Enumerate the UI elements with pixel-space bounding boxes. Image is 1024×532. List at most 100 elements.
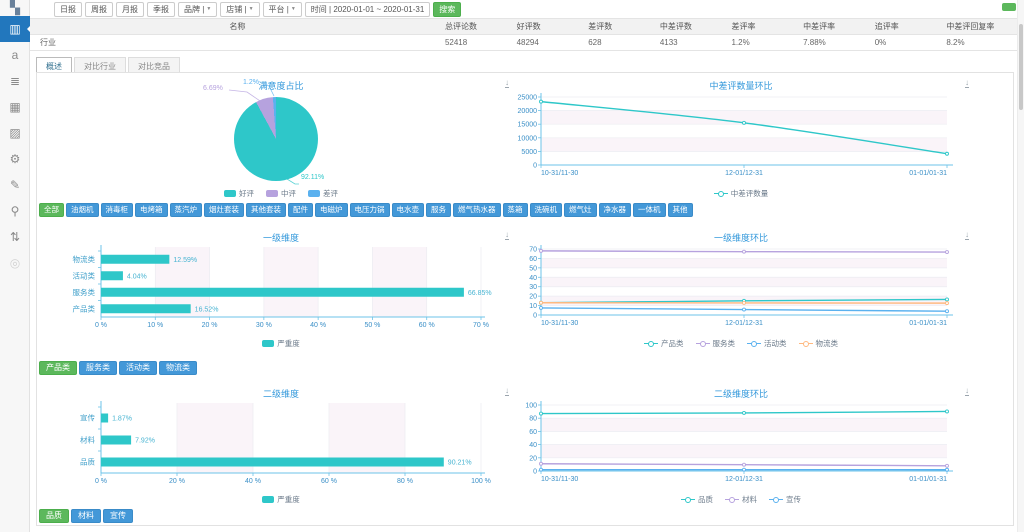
pie-graphic[interactable] xyxy=(234,97,318,181)
svg-text:50 %: 50 % xyxy=(364,322,380,329)
svg-text:12.59%: 12.59% xyxy=(173,257,197,264)
top-right-button[interactable] xyxy=(1002,3,1016,11)
filter-button[interactable]: 配件 xyxy=(288,203,313,217)
line-plot: 10080604020010-31/11-3012-01/12-3101-01/… xyxy=(501,397,981,493)
legend-item[interactable]: 严重度 xyxy=(262,338,300,349)
filter-button[interactable]: 电烤箱 xyxy=(135,203,168,217)
period-button[interactable]: 季报 xyxy=(147,2,175,17)
pie-slice-label: 92.11% xyxy=(301,174,324,181)
gears-icon[interactable]: ⚙ xyxy=(0,146,30,172)
download-icon[interactable]: ↓ xyxy=(965,387,969,396)
metric-value-cell: 4133 xyxy=(660,38,732,47)
filter-button[interactable]: 烟灶套装 xyxy=(204,203,244,217)
legend-swatch xyxy=(262,496,274,503)
scrollbar-thumb[interactable] xyxy=(1019,24,1023,110)
legend-item[interactable]: 中评 xyxy=(266,188,296,199)
legend-item[interactable]: 差评 xyxy=(308,188,338,199)
category-filter-row: 全部油烟机消毒柜电烤箱蒸汽炉烟灶套装其他套装配件电磁炉电压力锅电水壶服务燃气热水… xyxy=(39,203,693,217)
svg-text:20: 20 xyxy=(529,294,537,301)
filter-button[interactable]: 物流类 xyxy=(159,361,197,375)
signature-a-icon[interactable]: a xyxy=(0,42,30,68)
svg-text:20: 20 xyxy=(529,455,537,462)
legend-item[interactable]: 产品类 xyxy=(644,338,684,349)
filter-button[interactable]: 其他套装 xyxy=(246,203,286,217)
legend-swatch xyxy=(224,190,236,197)
filter-button[interactable]: 电水壶 xyxy=(392,203,425,217)
legend-item[interactable]: 活动类 xyxy=(747,338,787,349)
period-button[interactable]: 周报 xyxy=(85,2,113,17)
filter-button[interactable]: 其他 xyxy=(668,203,693,217)
legend-item[interactable]: 严重度 xyxy=(262,494,300,505)
filter-button[interactable]: 燃气热水器 xyxy=(453,203,501,217)
svg-text:品质: 品质 xyxy=(80,457,95,467)
period-button[interactable]: 日报 xyxy=(54,2,82,17)
filter-button[interactable]: 电压力锅 xyxy=(350,203,390,217)
legend-line-marker xyxy=(799,340,813,348)
legend-item[interactable]: 中差评数量 xyxy=(714,188,769,199)
dropdown-button[interactable]: 品牌 |▼ xyxy=(178,2,217,17)
legend-label: 严重度 xyxy=(277,338,300,349)
name-column-header: 名称 xyxy=(30,21,445,32)
filter-button[interactable]: 服务 xyxy=(426,203,451,217)
metric-column-header: 好评数 xyxy=(517,21,589,32)
table-row[interactable]: 行业 524184829462841331.2%7.88%0%8.2% xyxy=(30,35,1018,51)
period-button[interactable]: 月报 xyxy=(116,2,144,17)
list-icon[interactable]: ≣ xyxy=(0,68,30,94)
legend-item[interactable]: 材料 xyxy=(725,494,757,505)
legend-item[interactable]: 宣传 xyxy=(769,494,801,505)
image-icon[interactable]: ▨ xyxy=(0,120,30,146)
metric-value-cell: 8.2% xyxy=(946,38,1018,47)
svg-text:70: 70 xyxy=(529,247,537,254)
svg-text:0 %: 0 % xyxy=(95,478,107,485)
filter-button[interactable]: 产品类 xyxy=(39,361,77,375)
svg-text:25000: 25000 xyxy=(518,95,538,102)
filter-button[interactable]: 全部 xyxy=(39,203,64,217)
download-icon[interactable]: ↓ xyxy=(965,79,969,88)
dropdown-button[interactable]: 店铺 |▼ xyxy=(220,2,259,17)
sort-icon[interactable]: ⇅ xyxy=(0,224,30,250)
legend-item[interactable]: 好评 xyxy=(224,188,254,199)
filter-button[interactable]: 电磁炉 xyxy=(315,203,348,217)
dashboard-chart-icon[interactable]: ▥ xyxy=(0,16,30,42)
svg-text:01-01/01-31: 01-01/01-31 xyxy=(909,170,947,177)
filter-button[interactable]: 蒸箱 xyxy=(503,203,528,217)
pen-icon[interactable]: ✎ xyxy=(0,172,30,198)
filter-button[interactable]: 油烟机 xyxy=(66,203,99,217)
filter-button[interactable]: 洗碗机 xyxy=(530,203,563,217)
app-logo-icon: ▚ xyxy=(0,0,30,16)
svg-text:40 %: 40 % xyxy=(310,322,326,329)
metric-column-header: 总评论数 xyxy=(445,21,517,32)
filter-button[interactable]: 消毒柜 xyxy=(101,203,134,217)
circle-icon[interactable]: ◎ xyxy=(0,250,30,276)
metric-column-header: 中差评率 xyxy=(803,21,875,32)
svg-text:40: 40 xyxy=(529,275,537,282)
location-pin-icon[interactable]: ⚲ xyxy=(0,198,30,224)
filter-button[interactable]: 燃气灶 xyxy=(564,203,597,217)
svg-text:70 %: 70 % xyxy=(473,322,489,329)
dropdown-button[interactable]: 平台 |▼ xyxy=(263,2,302,17)
filter-button[interactable]: 净水器 xyxy=(599,203,632,217)
filter-button[interactable]: 材料 xyxy=(71,509,101,523)
legend-item[interactable]: 物流类 xyxy=(799,338,839,349)
legend-item[interactable]: 品质 xyxy=(681,494,713,505)
svg-text:0: 0 xyxy=(533,163,537,170)
legend-item[interactable]: 服务类 xyxy=(696,338,736,349)
line-plot: 250002000015000100005000010-31/11-3012-0… xyxy=(501,89,981,187)
search-button[interactable]: 搜索 xyxy=(433,2,461,17)
legend-label: 活动类 xyxy=(764,338,787,349)
filter-button[interactable]: 活动类 xyxy=(119,361,157,375)
time-range-button[interactable]: 时间 | 2020-01-01 ~ 2020-01-31 xyxy=(305,2,430,17)
svg-text:100 %: 100 % xyxy=(471,478,491,485)
svg-text:16.52%: 16.52% xyxy=(195,306,219,313)
download-icon[interactable]: ↓ xyxy=(965,231,969,240)
filter-button[interactable]: 品质 xyxy=(39,509,69,523)
metric-column-header: 差评数 xyxy=(588,21,660,32)
row-name-cell[interactable]: 行业 xyxy=(30,37,445,48)
calendar-icon[interactable]: ▦ xyxy=(0,94,30,120)
filter-button[interactable]: 宣传 xyxy=(103,509,133,523)
filter-button[interactable]: 服务类 xyxy=(79,361,117,375)
filter-toolbar: 日报周报月报季报品牌 |▼店铺 |▼ 平台 |▼时间 | 2020-01-01 ~… xyxy=(30,0,1014,18)
metric-value-cell: 7.88% xyxy=(803,38,875,47)
filter-button[interactable]: 蒸汽炉 xyxy=(170,203,203,217)
filter-button[interactable]: 一体机 xyxy=(633,203,666,217)
